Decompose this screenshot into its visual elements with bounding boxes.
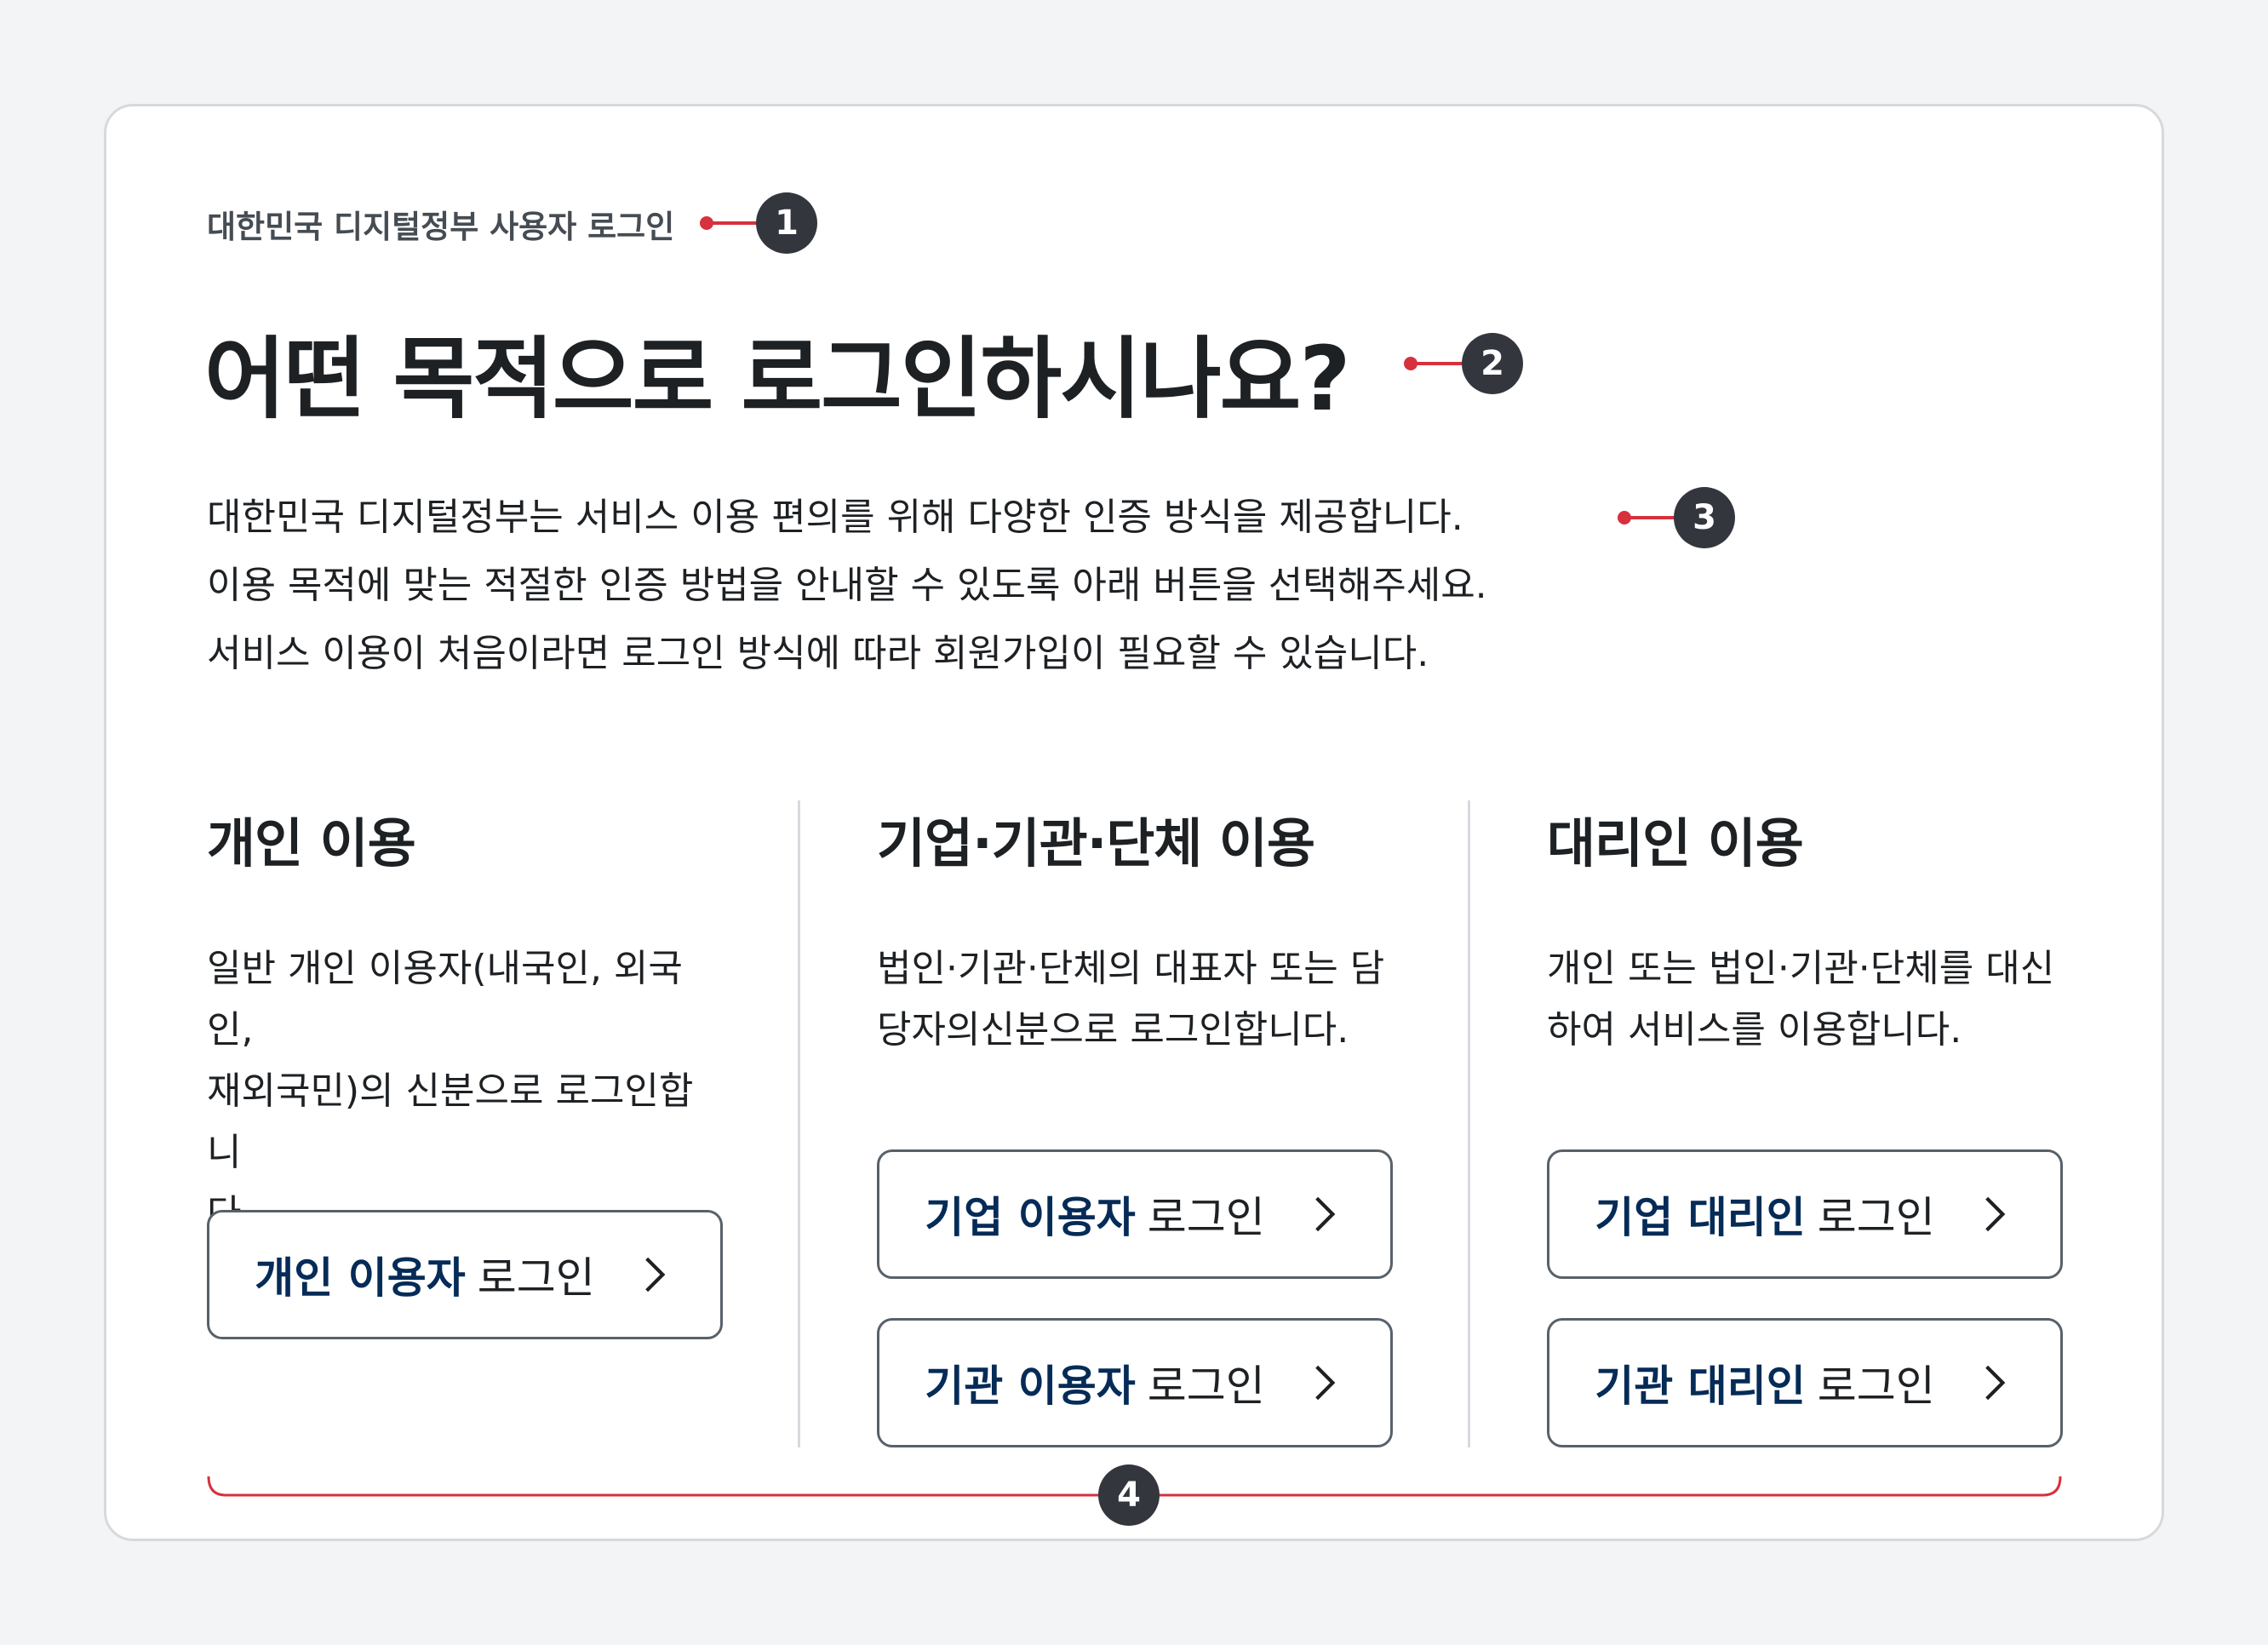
- annotation-badge-1: 1: [756, 192, 817, 254]
- personal-user-login-button[interactable]: 개인 이용자 로그인: [207, 1210, 723, 1339]
- column-organization: 기업·기관·단체 이용 법인·기관·단체의 대표자 또는 담 당자의신분으로 로…: [877, 800, 1396, 1061]
- column-agent: 대리인 이용 개인 또는 법인·기관·단체를 대신 하여 서비스를 이용합니다.: [1547, 800, 2066, 1061]
- button-label-bold: 기관 대리인: [1595, 1361, 1806, 1411]
- corporate-user-login-button[interactable]: 기업 이용자 로그인: [877, 1149, 1393, 1279]
- button-label-bold: 기업 대리인: [1595, 1193, 1806, 1242]
- eyebrow-label: 대한민국 디지털정부 사용자 로그인: [207, 209, 675, 245]
- button-label: 로그인: [1147, 1361, 1265, 1411]
- chevron-right-icon: [644, 1257, 666, 1292]
- column-title: 기업·기관·단체 이용: [877, 812, 1315, 874]
- chevron-right-icon: [1314, 1196, 1336, 1232]
- button-label: 로그인: [1147, 1193, 1265, 1242]
- button-label-bold: 개인 이용자: [255, 1253, 466, 1303]
- chevron-right-icon: [1314, 1365, 1336, 1401]
- intro-line: 이용 목적에 맞는 적절한 인증 방법을 안내할 수 있도록 아래 버튼을 선택…: [207, 564, 1487, 607]
- annotation-pointer: [700, 216, 758, 230]
- column-title: 개인 이용: [207, 812, 416, 874]
- column-divider: [798, 800, 800, 1447]
- chevron-right-icon: [1984, 1196, 2006, 1232]
- page-title: 어떤 목적으로 로그인하시나요?: [204, 327, 1351, 431]
- column-divider: [1468, 800, 1470, 1447]
- institution-agent-login-button[interactable]: 기관 대리인 로그인: [1547, 1318, 2063, 1447]
- intro-line: 대한민국 디지털정부는 서비스 이용 편의를 위해 다양한 인증 방식을 제공합…: [207, 496, 1463, 539]
- button-label-bold: 기업 이용자: [925, 1193, 1136, 1242]
- button-label: 로그인: [1817, 1361, 1935, 1411]
- annotation-pointer: [1404, 357, 1463, 370]
- intro-text: 대한민국 디지털정부는 서비스 이용 편의를 위해 다양한 인증 방식을 제공합…: [207, 484, 1487, 688]
- button-label: 로그인: [1817, 1193, 1935, 1242]
- intro-line: 서비스 이용이 처음이라면 로그인 방식에 따라 회원가입이 필요할 수 있습니…: [207, 632, 1429, 675]
- column-description: 일반 개인 이용자(내국인, 외국인, 재외국민)의 신분으로 로그인합니 다.: [207, 947, 694, 1235]
- column-personal: 개인 이용 일반 개인 이용자(내국인, 외국인, 재외국민)의 신분으로 로그…: [207, 800, 726, 1245]
- institution-user-login-button[interactable]: 기관 이용자 로그인: [877, 1318, 1393, 1447]
- corporate-agent-login-button[interactable]: 기업 대리인 로그인: [1547, 1149, 2063, 1279]
- column-description: 개인 또는 법인·기관·단체를 대신 하여 서비스를 이용합니다.: [1547, 947, 2055, 1052]
- button-label-bold: 기관 이용자: [925, 1361, 1136, 1411]
- button-label: 로그인: [477, 1253, 595, 1303]
- annotation-badge-2: 2: [1462, 333, 1523, 394]
- column-description: 법인·기관·단체의 대표자 또는 담 당자의신분으로 로그인합니다.: [877, 947, 1385, 1052]
- annotation-pointer: [1618, 511, 1675, 524]
- annotation-badge-4: 4: [1098, 1464, 1160, 1526]
- column-title: 대리인 이용: [1547, 812, 1804, 874]
- annotation-badge-3: 3: [1674, 487, 1735, 548]
- chevron-right-icon: [1984, 1365, 2006, 1401]
